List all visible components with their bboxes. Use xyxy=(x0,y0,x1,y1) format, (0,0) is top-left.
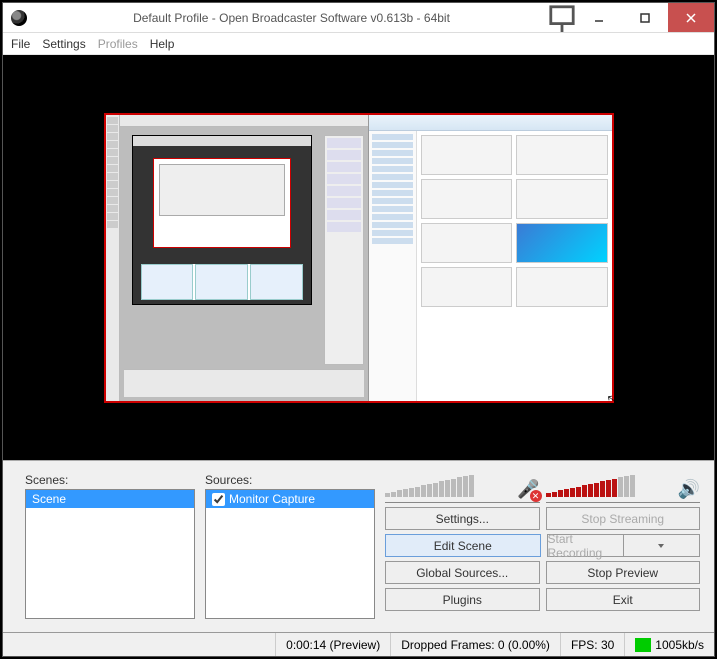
window-title: Default Profile - Open Broadcaster Softw… xyxy=(35,11,548,25)
bandwidth-indicator-icon xyxy=(635,638,651,652)
start-recording-dropdown[interactable] xyxy=(624,534,700,557)
plugins-button[interactable]: Plugins xyxy=(385,588,540,611)
scenes-label: Scenes: xyxy=(25,473,195,487)
maximize-button[interactable] xyxy=(622,3,668,32)
title-bar: Default Profile - Open Broadcaster Softw… xyxy=(3,3,714,33)
resize-cursor-icon: ⤡ xyxy=(607,391,621,410)
start-recording-button[interactable]: Start Recording xyxy=(547,534,624,557)
menu-file[interactable]: File xyxy=(11,37,30,51)
microphone-icon: 🎤✕ xyxy=(517,479,539,500)
source-item[interactable]: Monitor Capture xyxy=(206,490,374,508)
sources-label: Sources: xyxy=(205,473,375,487)
stop-preview-button[interactable]: Stop Preview xyxy=(546,561,701,584)
stop-streaming-button[interactable]: Stop Streaming xyxy=(546,507,701,530)
minimize-button[interactable] xyxy=(576,3,622,32)
status-fps: FPS: 30 xyxy=(560,633,624,656)
source-item-label: Monitor Capture xyxy=(229,492,315,506)
status-bandwidth-value: 1005kb/s xyxy=(655,638,704,652)
menu-settings[interactable]: Settings xyxy=(42,37,85,51)
menu-bar: File Settings Profiles Help xyxy=(3,33,714,55)
bottom-panel: Scenes: Scene Sources: Monitor Capture xyxy=(3,460,714,656)
speaker-meter[interactable]: 🔊 xyxy=(546,475,701,503)
global-sources-button[interactable]: Global Sources... xyxy=(385,561,540,584)
speaker-icon: 🔊 xyxy=(678,479,700,500)
preview-area: ⤡ xyxy=(3,55,714,460)
source-checkbox[interactable] xyxy=(212,493,225,506)
settings-button[interactable]: Settings... xyxy=(385,507,540,530)
menu-profiles[interactable]: Profiles xyxy=(98,37,138,51)
app-icon xyxy=(11,10,27,26)
sources-list[interactable]: Monitor Capture xyxy=(205,489,375,619)
status-time: 0:00:14 (Preview) xyxy=(275,633,390,656)
status-bar: 0:00:14 (Preview) Dropped Frames: 0 (0.0… xyxy=(3,632,714,656)
status-bandwidth: 1005kb/s xyxy=(624,633,714,656)
close-button[interactable] xyxy=(668,3,714,32)
scene-item[interactable]: Scene xyxy=(26,490,194,508)
scenes-list[interactable]: Scene xyxy=(25,489,195,619)
mute-badge-icon: ✕ xyxy=(530,490,542,502)
mic-meter[interactable]: 🎤✕ xyxy=(385,475,540,503)
edit-scene-button[interactable]: Edit Scene xyxy=(385,534,541,557)
exit-button[interactable]: Exit xyxy=(546,588,701,611)
status-dropped: Dropped Frames: 0 (0.00%) xyxy=(390,633,560,656)
preview-canvas[interactable]: ⤡ xyxy=(104,113,614,403)
pin-button[interactable] xyxy=(548,4,576,32)
menu-help[interactable]: Help xyxy=(150,37,175,51)
